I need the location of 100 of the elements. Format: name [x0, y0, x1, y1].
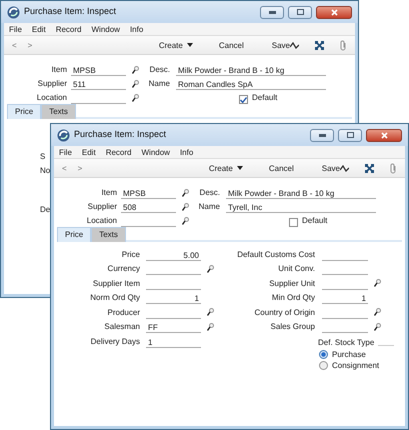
search-icon[interactable]: [207, 322, 214, 331]
toolbar-button[interactable]: Save: [272, 36, 290, 54]
nav-button[interactable]: <: [62, 158, 67, 178]
field-label: Supplier Unit: [268, 278, 315, 290]
paperclip-icon[interactable]: [390, 162, 397, 174]
search-icon[interactable]: [132, 94, 139, 102]
toolbar-button[interactable]: Create: [158, 36, 193, 54]
input-field[interactable]: 511: [71, 79, 126, 90]
tab[interactable]: Price: [7, 104, 42, 119]
menu-item[interactable]: File: [54, 146, 77, 158]
search-icon[interactable]: [182, 216, 189, 225]
minimize-icon: [318, 134, 326, 136]
menu-item[interactable]: Record: [100, 146, 136, 158]
tab[interactable]: Texts: [91, 227, 126, 242]
field-label: Name: [198, 201, 220, 213]
input-field[interactable]: Roman Candles SpA: [176, 79, 326, 90]
window-title: Purchase Item: Inspect: [74, 128, 168, 142]
search-icon[interactable]: [207, 308, 214, 316]
maximize-icon: [346, 132, 354, 138]
group-label: Def. Stock Type: [318, 337, 374, 349]
field-label: Location: [36, 92, 67, 104]
input-field[interactable]: 1: [146, 336, 201, 348]
input-field[interactable]: 5.00: [146, 250, 201, 260]
radio-button[interactable]: [319, 361, 328, 370]
search-icon[interactable]: [374, 279, 381, 288]
field-label: Desc.: [148, 64, 170, 76]
field-label: Currency: [106, 263, 140, 275]
menu-item[interactable]: Window: [136, 146, 175, 158]
close-icon: [380, 132, 388, 138]
field-label: Salesman: [103, 321, 140, 333]
field-label: De: [40, 205, 50, 214]
search-icon[interactable]: [207, 264, 214, 273]
toolbar-button[interactable]: Save: [322, 158, 340, 178]
input-field[interactable]: 508: [121, 202, 176, 213]
checkbox[interactable]: [289, 218, 298, 227]
search-icon[interactable]: [374, 322, 381, 331]
input-field[interactable]: Tyrell, Inc: [226, 202, 376, 213]
search-icon[interactable]: [132, 66, 139, 74]
toolbar-button[interactable]: Cancel: [268, 158, 294, 178]
close-button[interactable]: [316, 6, 352, 18]
toolbar-button[interactable]: Cancel: [218, 36, 244, 54]
input-field[interactable]: Milk Powder - Brand B - 10 kg: [176, 65, 326, 76]
menu-item[interactable]: Edit: [76, 146, 101, 158]
input-field[interactable]: FF: [146, 322, 201, 333]
close-icon: [330, 8, 338, 16]
maximize-button[interactable]: [338, 128, 362, 142]
nav-button[interactable]: <: [12, 36, 17, 54]
expand-icon[interactable]: [315, 40, 324, 50]
chart-line-icon[interactable]: [290, 42, 299, 48]
window-title: Purchase Item: Inspect: [24, 5, 118, 18]
field-label: Delivery Days: [90, 336, 140, 348]
minimize-icon: [268, 10, 276, 14]
field-label: Norm Ord Qty: [89, 292, 140, 304]
input-field[interactable]: Milk Powder - Brand B - 10 kg: [226, 188, 376, 199]
tab[interactable]: Price: [57, 227, 92, 242]
minimize-button[interactable]: [260, 6, 284, 18]
caret-icon: [186, 43, 193, 47]
menu-item[interactable]: Info: [174, 146, 198, 158]
field-label: Sales Group: [270, 321, 315, 333]
menu-item[interactable]: File: [4, 23, 27, 35]
paperclip-icon[interactable]: [340, 40, 347, 50]
field-label: Supplier Item: [92, 278, 140, 290]
maximize-button[interactable]: [288, 6, 312, 18]
checkbox-label: Default: [252, 92, 278, 104]
check-icon: [240, 96, 247, 102]
nav-button[interactable]: >: [28, 36, 32, 54]
app-icon: [57, 128, 70, 142]
input-field[interactable]: 1: [322, 293, 368, 304]
search-icon[interactable]: [374, 308, 381, 316]
caret-icon: [236, 166, 243, 170]
radio-button[interactable]: [319, 350, 328, 359]
checkbox[interactable]: [239, 95, 248, 104]
search-icon[interactable]: [182, 188, 189, 197]
search-icon[interactable]: [182, 202, 189, 211]
field-label: Supplier: [36, 78, 67, 90]
input-field[interactable]: MPSB: [121, 188, 176, 199]
menu-item[interactable]: Info: [124, 23, 148, 35]
menu-item[interactable]: Window: [86, 23, 125, 35]
input-field[interactable]: MPSB: [71, 65, 126, 76]
field-label: Name: [148, 78, 170, 90]
field-label: Desc.: [198, 187, 220, 199]
chart-line-icon[interactable]: [340, 164, 349, 172]
input-field[interactable]: 1: [146, 293, 201, 304]
field-label: Unit Conv.: [277, 263, 315, 275]
minimize-button[interactable]: [310, 128, 334, 142]
maximize-icon: [296, 9, 304, 15]
nav-button[interactable]: >: [78, 158, 82, 178]
menu-item[interactable]: Edit: [26, 23, 51, 35]
app-icon: [7, 6, 20, 18]
checkbox-label: Default: [302, 215, 328, 227]
close-button[interactable]: [366, 128, 402, 142]
menu-item[interactable]: Record: [50, 23, 86, 35]
toolbar-button[interactable]: Create: [208, 158, 243, 178]
expand-icon[interactable]: [365, 164, 374, 172]
field-label: Producer: [106, 306, 140, 318]
field-label: Country of Origin: [254, 306, 315, 318]
field-label: Item: [100, 187, 117, 199]
search-icon[interactable]: [132, 80, 139, 88]
field-label: No: [40, 166, 50, 175]
tab[interactable]: Texts: [41, 104, 76, 119]
